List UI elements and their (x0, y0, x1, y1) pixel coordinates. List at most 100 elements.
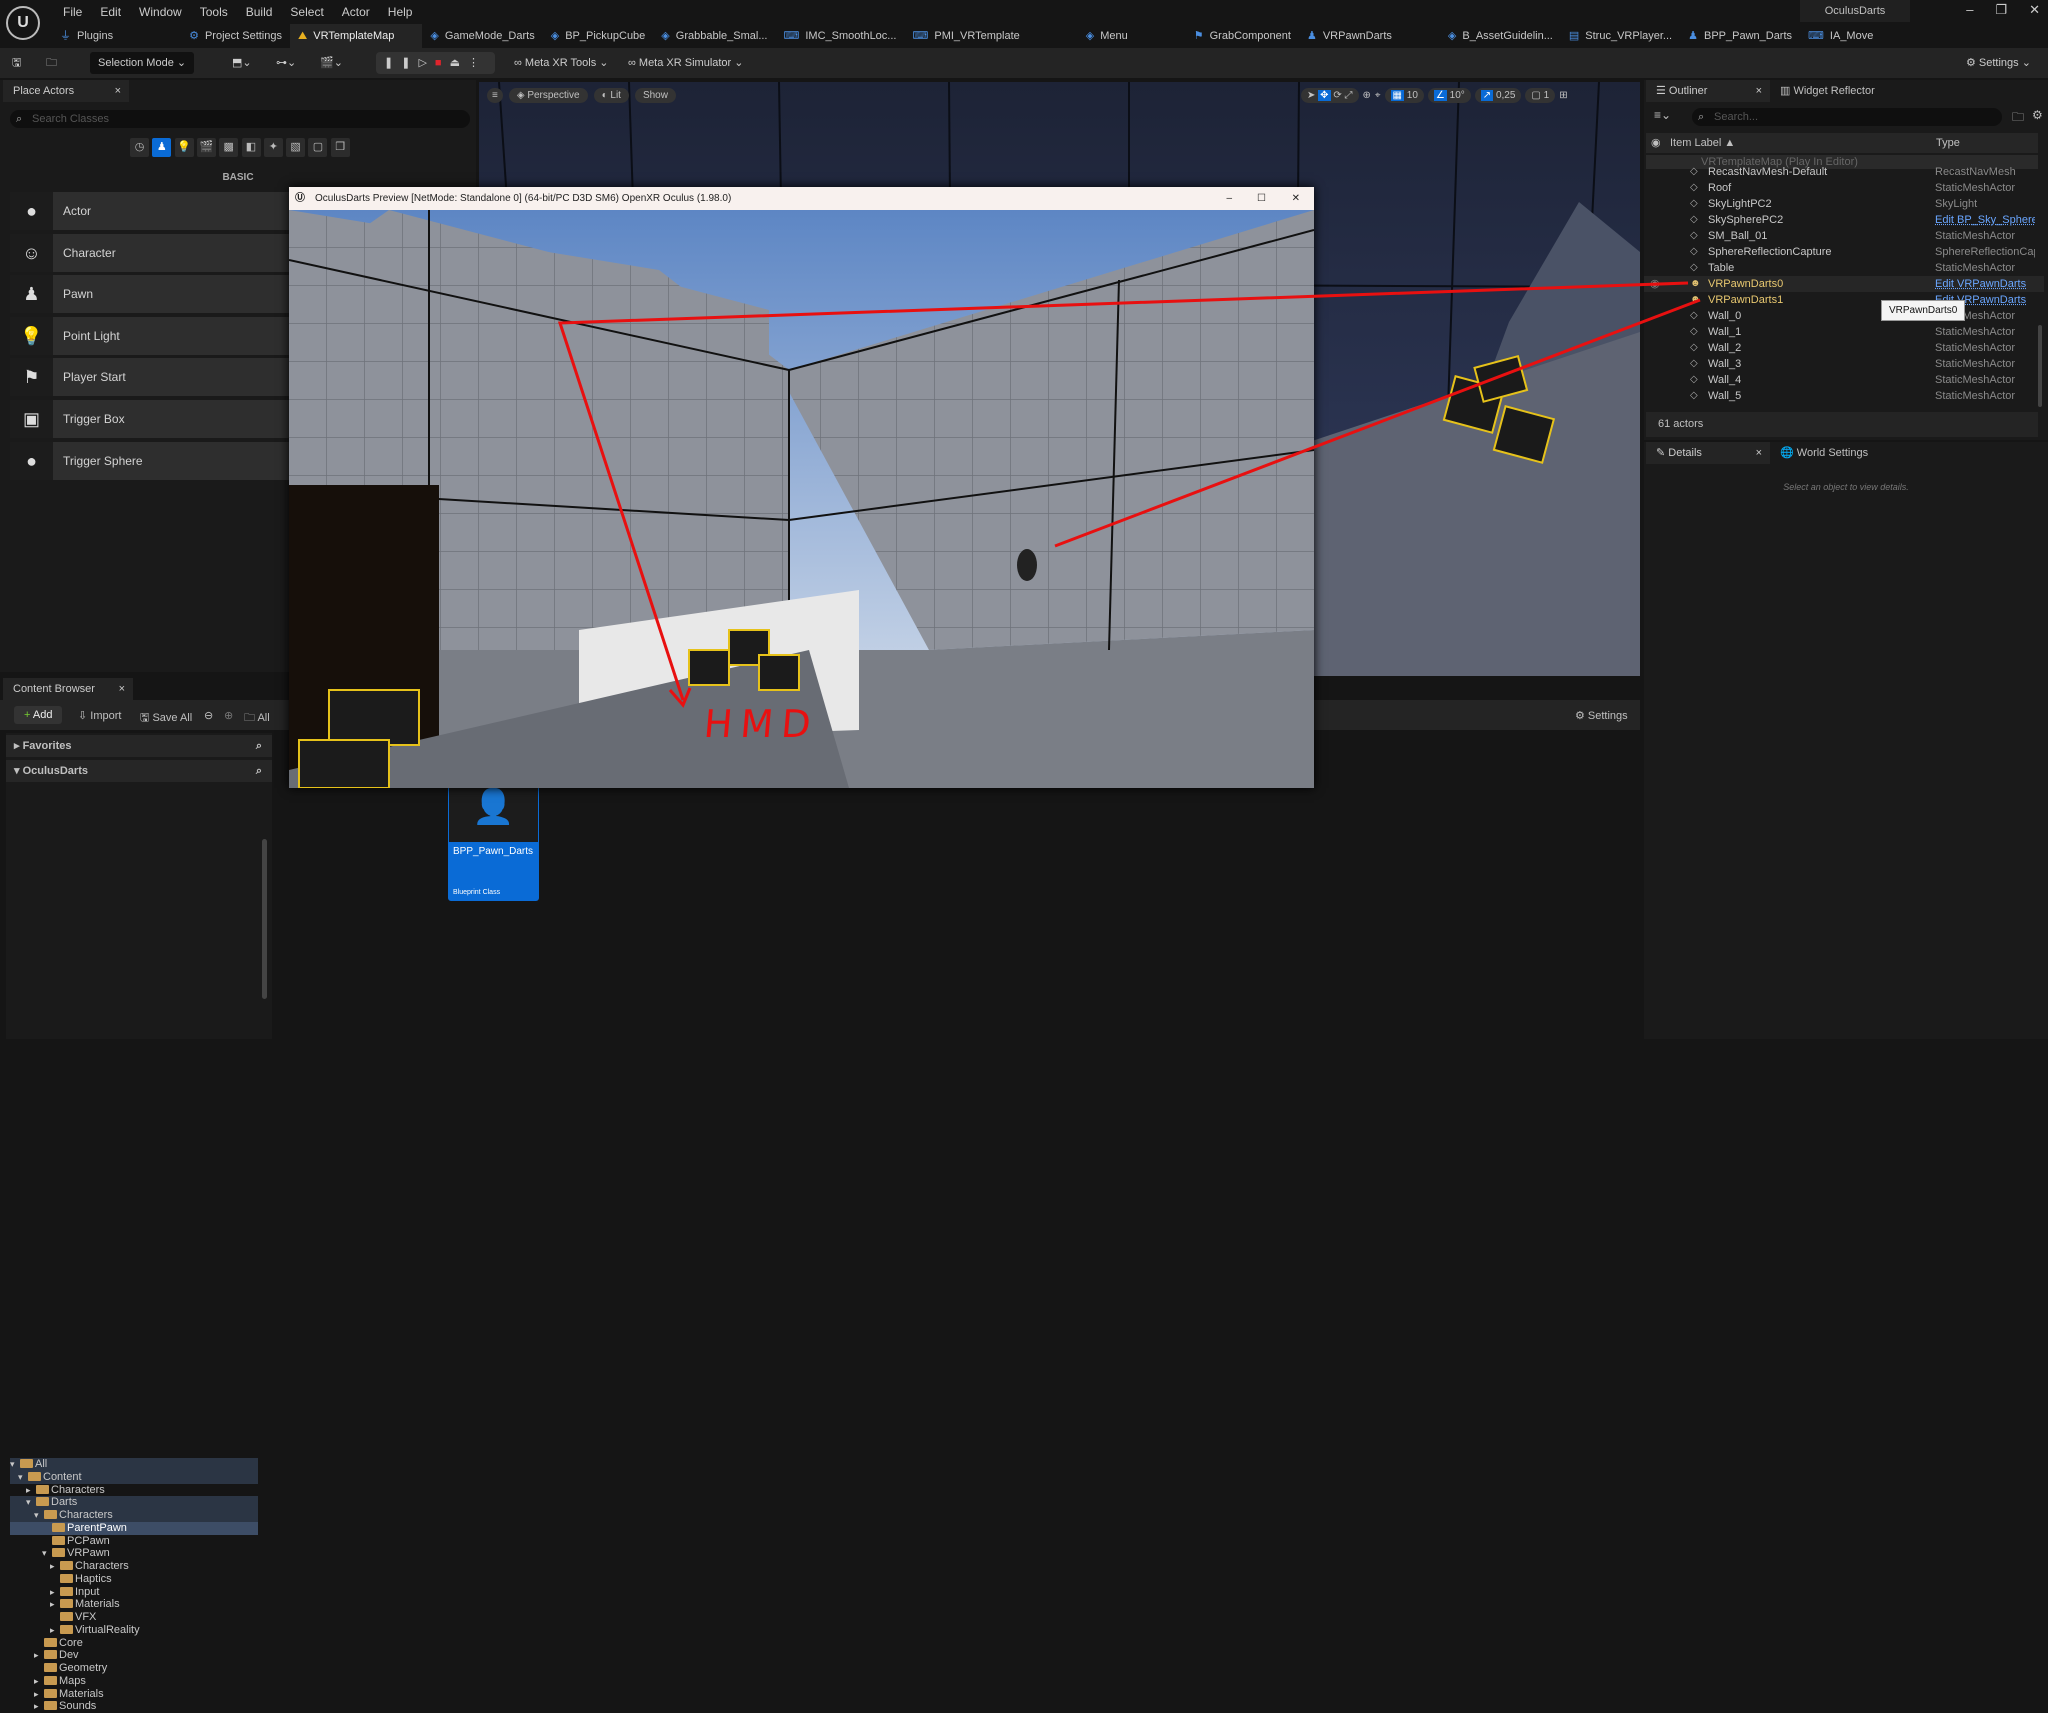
category-recent-icon[interactable]: ◷ (130, 138, 149, 157)
rotate-icon[interactable]: ⟳ (1333, 90, 1341, 101)
folder-materials[interactable]: ▸ Materials (10, 1688, 258, 1701)
show-button[interactable]: Show (635, 88, 676, 103)
tab-struc-vrplayer-[interactable]: ▤ Struc_VRPlayer... (1561, 24, 1680, 48)
expand-arrow-icon[interactable]: ▸ (50, 1586, 60, 1599)
meta-xr-tools-dropdown[interactable]: ∞ Meta XR Tools ⌄ (514, 52, 609, 74)
breadcrumb-all[interactable]: All (257, 712, 269, 724)
tree-scrollbar[interactable] (262, 839, 267, 999)
category-shapes-icon[interactable]: ▧ (286, 138, 305, 157)
folder-pcpawn[interactable]: PCPawn (10, 1535, 258, 1548)
cinematics-icon[interactable]: 🎬⌄ (320, 52, 343, 74)
import-button[interactable]: ⇩ Import (78, 709, 121, 722)
world-icon[interactable]: ⊕ (1363, 90, 1371, 101)
tab-content-browser[interactable]: Content Browser × (3, 678, 133, 700)
camera-speed[interactable]: ▢ 1 (1525, 88, 1555, 103)
layout-icon[interactable]: ⊞ (1559, 90, 1567, 101)
folder-haptics[interactable]: Haptics (10, 1573, 258, 1586)
tab-gamemode-darts[interactable]: ◈ GameMode_Darts (422, 24, 542, 48)
minimize-icon[interactable]: – (1966, 2, 1973, 18)
menu-build[interactable]: Build (237, 3, 282, 21)
tab-menu[interactable]: ◈ Menu (1078, 24, 1136, 48)
close-icon[interactable]: × (1756, 442, 1762, 464)
outliner-row[interactable]: ◉ ☻ VRPawnDarts0 Edit VRPawnDarts (1644, 276, 2044, 292)
outliner-row[interactable]: ☻ VRPawnDarts1 Edit VRPawnDarts (1644, 292, 2044, 308)
expand-arrow-icon[interactable]: ▾ (42, 1547, 52, 1560)
expand-arrow-icon[interactable]: ▸ (34, 1688, 44, 1701)
edit-blueprint-link[interactable]: Edit VRPawnDarts (1935, 276, 2035, 292)
folder-characters[interactable]: ▾ Characters (10, 1509, 258, 1522)
tab-imc-smoothloc-[interactable]: ⌨ IMC_SmoothLoc... (775, 24, 904, 48)
breadcrumb[interactable]: 🗀 All (244, 709, 270, 728)
visibility-icon[interactable]: ◉ (1650, 276, 1660, 292)
folder-input[interactable]: ▸ Input (10, 1586, 258, 1599)
rotation-snap[interactable]: ∠ 10° (1428, 88, 1471, 103)
tab-world-settings[interactable]: 🌐 World Settings (1780, 442, 1868, 464)
tab-vrtemplatemap[interactable]: ⛰ VRTemplateMap (290, 24, 422, 48)
outliner-row[interactable]: ◇ SkyLightPC2 SkyLight (1644, 196, 2044, 212)
unreal-logo[interactable]: U (6, 6, 40, 40)
search-icon[interactable]: ⌕ (256, 760, 262, 782)
visibility-icon[interactable]: ◉ (1651, 133, 1661, 153)
expand-arrow-icon[interactable]: ▾ (18, 1471, 28, 1484)
tab-place-actors[interactable]: Place Actors × (3, 80, 129, 102)
tab-details[interactable]: ✎ Details × (1646, 442, 1770, 464)
outliner-row[interactable]: ◇ SkySpherePC2 Edit BP_Sky_Sphere (1644, 212, 2044, 228)
category-visual-effects-icon[interactable]: ▩ (219, 138, 238, 157)
folder-characters[interactable]: ▸ Characters (10, 1484, 258, 1497)
add-folder-icon[interactable]: 🗀 (2012, 108, 2024, 129)
scale-snap[interactable]: ↗ 0,25 (1475, 88, 1522, 103)
category-cinematic-icon[interactable]: 🎬 (197, 138, 216, 157)
viewport-menu-icon[interactable]: ≡ (487, 88, 503, 103)
folder-content[interactable]: ▾ Content (10, 1471, 258, 1484)
expand-arrow-icon[interactable]: ▸ (50, 1624, 60, 1637)
minimize-icon[interactable]: – (1226, 187, 1232, 210)
maximize-icon[interactable]: ☐ (1257, 187, 1266, 210)
folder-all[interactable]: ▾ All (10, 1458, 258, 1471)
folder-parentpawn[interactable]: ParentPawn (10, 1522, 258, 1535)
outliner-row[interactable]: ◇ Wall_4 StaticMeshActor (1644, 372, 2044, 388)
folder-characters[interactable]: ▸ Characters (10, 1560, 258, 1573)
outliner-row[interactable]: ◇ SphereReflectionCapture SphereReflection… (1644, 244, 2044, 260)
outliner-row[interactable]: ◇ Wall_5 StaticMeshActor (1644, 388, 2044, 404)
folder-core[interactable]: Core (10, 1637, 258, 1650)
nav-forward-icon[interactable]: ⊕ (224, 709, 233, 722)
play-in-editor-window[interactable]: Ⓤ OculusDarts Preview [NetMode: Standalo… (289, 187, 1314, 788)
outliner-row[interactable]: ◇ RecastNavMesh-Default RecastNavMesh (1644, 164, 2044, 180)
tab-grabcomponent[interactable]: ⚑ GrabComponent (1186, 24, 1299, 48)
filter-icon[interactable]: ≡⌄ (1654, 108, 1671, 122)
close-icon[interactable]: ✕ (1292, 187, 1300, 210)
expand-arrow-icon[interactable]: ▸ (26, 1484, 36, 1497)
tab-bpp-pawn-darts[interactable]: ♟ BPP_Pawn_Darts (1680, 24, 1800, 48)
category-geometry-icon[interactable]: ✦ (264, 138, 283, 157)
search-icon[interactable]: ⌕ (256, 735, 262, 757)
outliner-row[interactable]: ◇ Wall_0 StaticMeshActor (1644, 308, 2044, 324)
item-label-column[interactable]: Item Label ▲ (1670, 133, 1735, 153)
tab-widget-reflector[interactable]: ▥ Widget Reflector (1780, 80, 1875, 102)
close-icon[interactable]: ✕ (2029, 2, 2040, 18)
outliner-row[interactable]: ◇ Wall_1 StaticMeshActor (1644, 324, 2044, 340)
menu-actor[interactable]: Actor (333, 3, 379, 21)
project-section[interactable]: ▾ OculusDarts ⌕ (6, 760, 272, 782)
stop-icon[interactable]: ■ (435, 57, 450, 69)
asset-tile[interactable]: 👤 BPP_Pawn_Darts Blueprint Class (448, 771, 539, 901)
tab-ia-move[interactable]: ⌨ IA_Move (1800, 24, 1881, 48)
perspective-button[interactable]: ◈ Perspective (509, 88, 588, 103)
select-icon[interactable]: ➤ (1307, 90, 1315, 101)
blueprint-icon[interactable]: ⊶⌄ (276, 52, 296, 74)
outliner-row[interactable]: ◇ Table StaticMeshActor (1644, 260, 2044, 276)
menu-select[interactable]: Select (281, 3, 332, 21)
content-browse-icon[interactable]: 🗀 (46, 52, 57, 74)
settings-dropdown[interactable]: ⚙ Settings ⌄ (1966, 52, 2031, 74)
expand-arrow-icon[interactable]: ▾ (34, 1509, 44, 1522)
cb-settings-button[interactable]: ⚙ Settings (1575, 709, 1628, 722)
tab-grabbable-smal-[interactable]: ◈ Grabbable_Smal... (653, 24, 775, 48)
menu-file[interactable]: File (54, 3, 91, 21)
expand-arrow-icon[interactable]: ▸ (34, 1700, 44, 1713)
search-classes-input[interactable]: Search Classes (10, 110, 470, 128)
step-icon[interactable]: ▷ (418, 57, 434, 69)
folder-vfx[interactable]: VFX (10, 1611, 258, 1624)
folder-maps[interactable]: ▸ Maps (10, 1675, 258, 1688)
selection-mode-dropdown[interactable]: Selection Mode ⌄ (90, 52, 194, 74)
outliner-row[interactable]: ◇ SM_Ball_01 StaticMeshActor (1644, 228, 2044, 244)
folder-sounds[interactable]: ▸ Sounds (10, 1700, 258, 1713)
